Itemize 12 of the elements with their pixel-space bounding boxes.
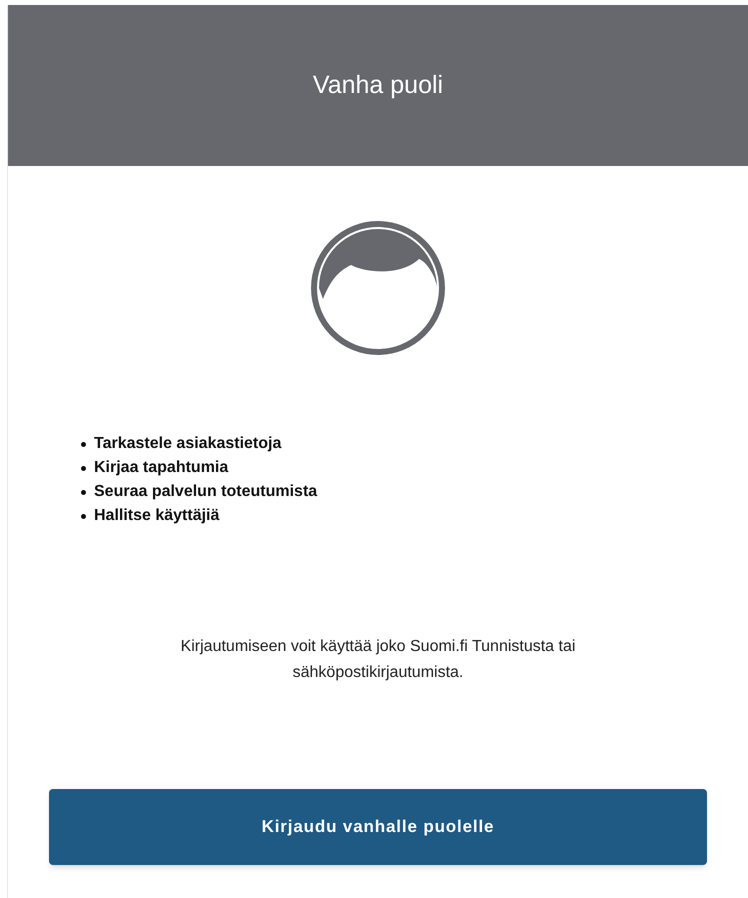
user-avatar-icon: [311, 221, 445, 355]
page-title: Vanha puoli: [312, 70, 444, 101]
bullet-icon: [81, 442, 86, 446]
bullet-icon: [81, 514, 86, 518]
feature-item: Hallitse käyttäjiä: [94, 506, 220, 526]
login-button[interactable]: Kirjaudu vanhalle puolelle: [49, 789, 707, 865]
bullet-icon: [81, 466, 86, 470]
login-info-text: Kirjautumiseen voit käyttää joko Suomi.fi Tunnistusta tai sähköpostikirjautumista.: [180, 637, 576, 683]
bullet-icon: [81, 490, 86, 494]
feature-item: Tarkastele asiakastietoja: [94, 434, 282, 454]
feature-item: Kirjaa tapahtumia: [94, 458, 228, 478]
feature-item: Seuraa palvelun toteutumista: [94, 482, 318, 502]
